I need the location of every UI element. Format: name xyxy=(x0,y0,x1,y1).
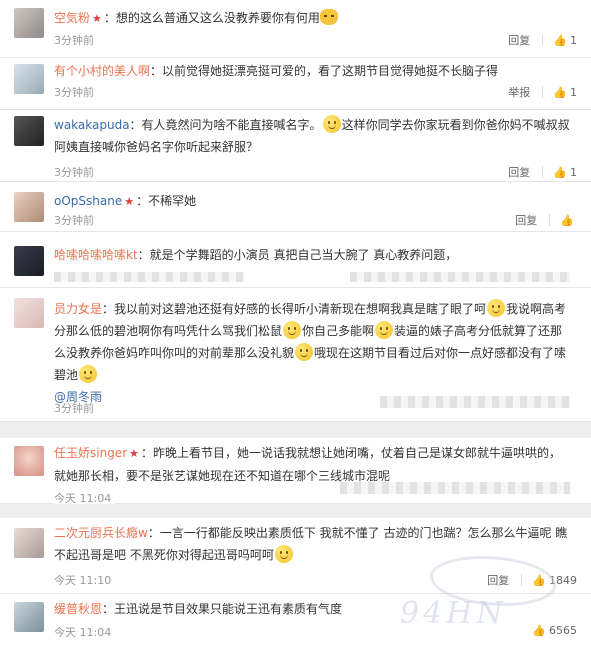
timestamp: 3分钟前 xyxy=(54,34,94,47)
comment-text: ：王迅说是节目效果只能说王迅有素质有气度 xyxy=(102,602,343,616)
user-name[interactable]: 员力女是 xyxy=(54,302,102,316)
avatar[interactable] xyxy=(14,446,44,476)
comment-text: ：有人竟然问为啥不能直接喊名字。 xyxy=(129,118,322,132)
comment-item: 哈嗦哈嗦哈嗦kt：就是个学舞蹈的小演员 真把自己当大腕了 真心教养问题， xyxy=(0,232,591,288)
thumb-up-icon[interactable]: 👍 xyxy=(553,34,567,47)
thumb-up-icon[interactable]: 👍 xyxy=(560,214,574,227)
comment-item: 空気粉 ★ ：想的这么普通又这么没教养要你有何用 3分钟前 回复 👍 1 xyxy=(0,0,591,58)
timestamp: 3分钟前 xyxy=(54,214,94,227)
timestamp: 今天 11:10 xyxy=(54,574,112,587)
comment-actions: 回复 👍 1 xyxy=(508,32,577,48)
comment-actions: 回复 👍 1 xyxy=(508,164,577,180)
star-icon: ★ xyxy=(129,447,140,460)
smile-emoji-icon xyxy=(487,299,506,317)
comment-item: 二次元厨兵长瘾w：一言一行都能反映出素质低下 我就不懂了 古迹的门也踹？怎么那么… xyxy=(0,518,591,594)
star-icon: ★ xyxy=(124,195,135,208)
smile-emoji-icon xyxy=(274,545,293,563)
avatar[interactable] xyxy=(14,602,44,632)
user-name[interactable]: 哈嗦哈嗦哈嗦kt xyxy=(54,248,138,262)
divider xyxy=(542,34,544,46)
section-divider xyxy=(0,422,591,438)
star-icon: ★ xyxy=(92,12,102,25)
section-divider xyxy=(0,504,591,518)
blurred-region xyxy=(380,396,570,408)
user-name[interactable]: 缓普秋恩 xyxy=(54,602,102,616)
smile-emoji-icon xyxy=(79,365,98,383)
user-name[interactable]: 任玉娇singer xyxy=(54,446,127,460)
user-name[interactable]: 空気粉 xyxy=(54,11,90,25)
comment-item: 有个小村的美人啊：以前觉得她挺漂亮挺可爱的，看了这期节目觉得她挺不长脑子得 3分… xyxy=(0,58,591,110)
cat-emoji-icon xyxy=(319,9,338,25)
user-name[interactable]: wakakapuda xyxy=(54,118,130,132)
user-name[interactable]: 有个小村的美人啊 xyxy=(54,64,150,78)
smile-emoji-icon xyxy=(295,343,314,361)
thumb-up-icon[interactable]: 👍 xyxy=(553,86,567,99)
timestamp: 3分钟前 xyxy=(54,166,94,179)
avatar[interactable] xyxy=(14,8,44,38)
thumb-up-icon[interactable]: 👍 xyxy=(532,574,546,587)
reply-button[interactable]: 回复 xyxy=(508,32,530,48)
blurred-region xyxy=(54,272,244,282)
comment-text: 你自己多能啊 xyxy=(302,324,375,338)
comment-text: ：就是个学舞蹈的小演员 真把自己当大腕了 真心教养问题， xyxy=(137,248,458,262)
avatar[interactable] xyxy=(14,116,44,146)
report-button[interactable]: 举报 xyxy=(508,84,530,100)
comment-text: ：不稀罕她 xyxy=(136,194,197,208)
avatar[interactable] xyxy=(14,246,44,276)
comment-text: ：以前觉得她挺漂亮挺可爱的，看了这期节目觉得她挺不长脑子得 xyxy=(150,64,499,78)
comment-actions: 回复 👍 1849 xyxy=(487,572,577,588)
timestamp: 今天 11:04 xyxy=(54,626,112,639)
comment-item: oOpSshane ★ ：不稀罕她 3分钟前 回复 👍 xyxy=(0,182,591,232)
reply-button[interactable]: 回复 xyxy=(515,212,537,228)
avatar[interactable] xyxy=(14,64,44,94)
avatar[interactable] xyxy=(14,192,44,222)
reply-button[interactable]: 回复 xyxy=(508,164,530,180)
comment-item: 员力女是：我以前对这碧池还挺有好感的长得听小清新现在想啊我真是瞎了眼了呵 我说啊高… xyxy=(0,288,591,422)
comment-text: ：想的这么普通又这么没教养要你有何用 xyxy=(103,11,320,25)
user-name[interactable]: 二次元厨兵长瘾w xyxy=(54,526,148,540)
blurred-region xyxy=(350,272,570,282)
divider xyxy=(542,166,544,178)
thumb-up-icon[interactable]: 👍 xyxy=(532,624,546,637)
like-count: 1849 xyxy=(549,573,577,587)
timestamp: 3分钟前 xyxy=(54,402,94,415)
blurred-region xyxy=(340,482,570,494)
like-count: 6565 xyxy=(549,624,577,637)
smile-emoji-icon xyxy=(322,115,341,133)
smile-emoji-icon xyxy=(283,321,302,339)
avatar[interactable] xyxy=(14,298,44,328)
like-count: 1 xyxy=(570,85,577,99)
divider xyxy=(549,214,551,226)
comment-text: ：我以前对这碧池还挺有好感的长得听小清新现在想啊我真是瞎了眼了呵 xyxy=(102,302,487,316)
comment-item: 缓普秋恩：王迅说是节目效果只能说王迅有素质有气度 今天 11:04 👍 6565 xyxy=(0,594,591,648)
like-count: 1 xyxy=(570,165,577,179)
thumb-up-icon[interactable]: 👍 xyxy=(553,166,567,179)
divider xyxy=(521,574,523,586)
like-count: 1 xyxy=(570,33,577,47)
comment-actions: 👍 6565 xyxy=(532,624,577,637)
divider xyxy=(542,86,544,98)
user-name[interactable]: oOpSshane xyxy=(54,194,122,208)
smile-emoji-icon xyxy=(375,321,394,339)
timestamp: 3分钟前 xyxy=(54,86,94,99)
avatar[interactable] xyxy=(14,528,44,558)
reply-button[interactable]: 回复 xyxy=(487,572,509,588)
comment-item: wakakapuda：有人竟然问为啥不能直接喊名字。 这样你同学去你家玩看到你爸你… xyxy=(0,110,591,182)
comment-actions: 回复 👍 xyxy=(515,212,577,228)
comment-actions: 举报 👍 1 xyxy=(508,84,577,100)
